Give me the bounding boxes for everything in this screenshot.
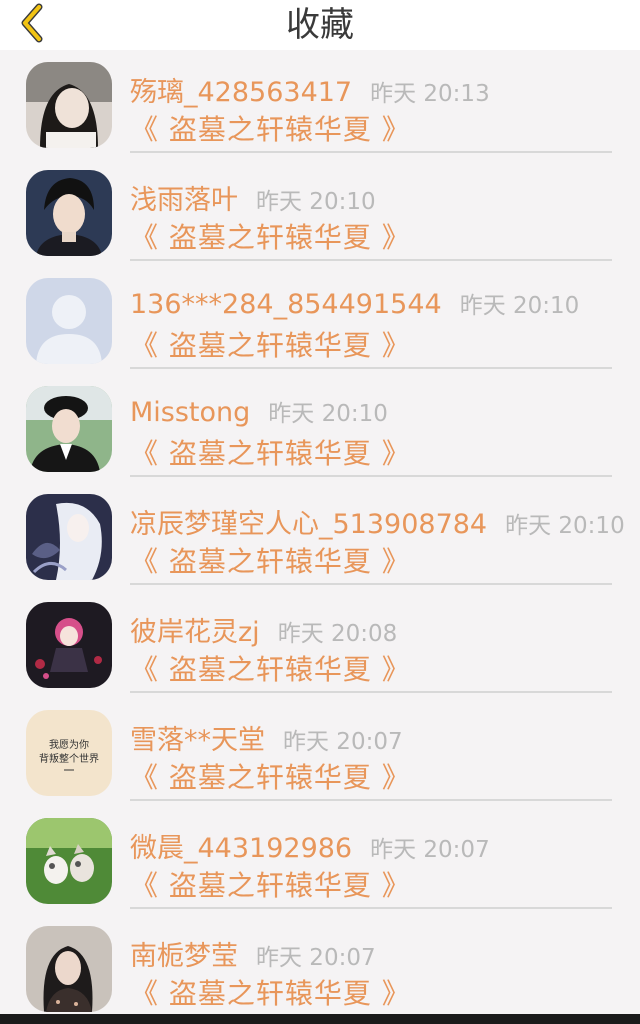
book-title[interactable]: 《 盗墓之轩辕华夏 》 (130, 864, 411, 904)
list-item[interactable]: 微晨_443192986 昨天 20:07 《 盗墓之轩辕华夏 》 (0, 806, 640, 914)
timestamp: 昨天 20:10 (459, 293, 580, 319)
timestamp: 昨天 20:13 (370, 81, 490, 107)
book-title[interactable]: 《 盗墓之轩辕华夏 》 (130, 324, 411, 364)
timestamp: 昨天 20:10 (268, 401, 388, 427)
list-item[interactable]: 凉辰梦瑾空人心_513908784 昨天 20:10 《 盗墓之轩辕华夏 》 (0, 482, 640, 590)
avatar[interactable] (26, 386, 112, 472)
list-item[interactable]: 彼岸花灵zj 昨天 20:08 《 盗墓之轩辕华夏 》 (0, 590, 640, 698)
book-title[interactable]: 《 盗墓之轩辕华夏 》 (130, 216, 411, 256)
user-name: 凉辰梦瑾空人心_513908784 (130, 509, 488, 540)
user-name: 136***284_854491544 (130, 289, 442, 320)
divider (130, 799, 612, 801)
divider (130, 151, 612, 153)
book-title[interactable]: 《 盗墓之轩辕华夏 》 (130, 540, 411, 580)
list-item[interactable]: 殇璃_428563417 昨天 20:13 《 盗墓之轩辕华夏 》 (0, 50, 640, 158)
timestamp: 昨天 20:07 (370, 837, 490, 863)
book-title[interactable]: 《 盗墓之轩辕华夏 》 (130, 972, 411, 1012)
avatar[interactable] (26, 602, 112, 688)
list-item[interactable]: Misstong 昨天 20:10 《 盗墓之轩辕华夏 》 (0, 374, 640, 482)
timestamp: 昨天 20:10 (256, 189, 376, 215)
list-item[interactable]: 南栀梦莹 昨天 20:07 《 盗墓之轩辕华夏 》 (0, 914, 640, 1022)
avatar[interactable] (26, 926, 112, 1012)
top-bar: 收藏 (0, 0, 640, 50)
timestamp: 昨天 20:08 (277, 621, 398, 647)
book-title[interactable]: 《 盗墓之轩辕华夏 》 (130, 756, 411, 796)
avatar[interactable]: 我愿为你 背叛整个世界 (26, 710, 112, 796)
divider (130, 583, 612, 585)
page-title: 收藏 (286, 5, 354, 45)
user-name: 雪落**天堂 (130, 725, 265, 756)
divider (130, 907, 612, 909)
list-item[interactable]: 我愿为你 背叛整个世界 雪落**天堂 昨天 20:07 《 盗墓之轩辕华夏 》 (0, 698, 640, 806)
timestamp: 昨天 20:07 (283, 729, 403, 755)
avatar[interactable] (26, 170, 112, 256)
book-title[interactable]: 《 盗墓之轩辕华夏 》 (130, 648, 411, 688)
favorites-list: 殇璃_428563417 昨天 20:13 《 盗墓之轩辕华夏 》 浅雨落叶 昨… (0, 50, 640, 1022)
timestamp: 昨天 20:07 (256, 945, 376, 971)
timestamp: 昨天 20:10 (505, 513, 625, 539)
bottom-edge (0, 1014, 640, 1024)
avatar[interactable] (26, 818, 112, 904)
divider (130, 475, 612, 477)
book-title[interactable]: 《 盗墓之轩辕华夏 》 (130, 108, 411, 148)
user-name: 殇璃_428563417 (130, 77, 353, 108)
divider (130, 691, 612, 693)
list-item[interactable]: 136***284_854491544 昨天 20:10 《 盗墓之轩辕华夏 》 (0, 266, 640, 374)
user-name: Misstong (130, 397, 251, 428)
list-item[interactable]: 浅雨落叶 昨天 20:10 《 盗墓之轩辕华夏 》 (0, 158, 640, 266)
divider (130, 259, 612, 261)
divider (130, 367, 612, 369)
user-name: 南栀梦莹 (130, 941, 238, 972)
user-name: 彼岸花灵zj (130, 617, 260, 648)
user-name: 浅雨落叶 (130, 185, 238, 216)
user-name: 微晨_443192986 (130, 833, 353, 864)
book-title[interactable]: 《 盗墓之轩辕华夏 》 (130, 432, 411, 472)
avatar-text-line1: 我愿为你 (49, 738, 89, 751)
avatar[interactable] (26, 494, 112, 580)
avatar[interactable] (26, 278, 112, 364)
avatar[interactable] (26, 62, 112, 148)
avatar-text-line2: 背叛整个世界 (39, 752, 99, 765)
